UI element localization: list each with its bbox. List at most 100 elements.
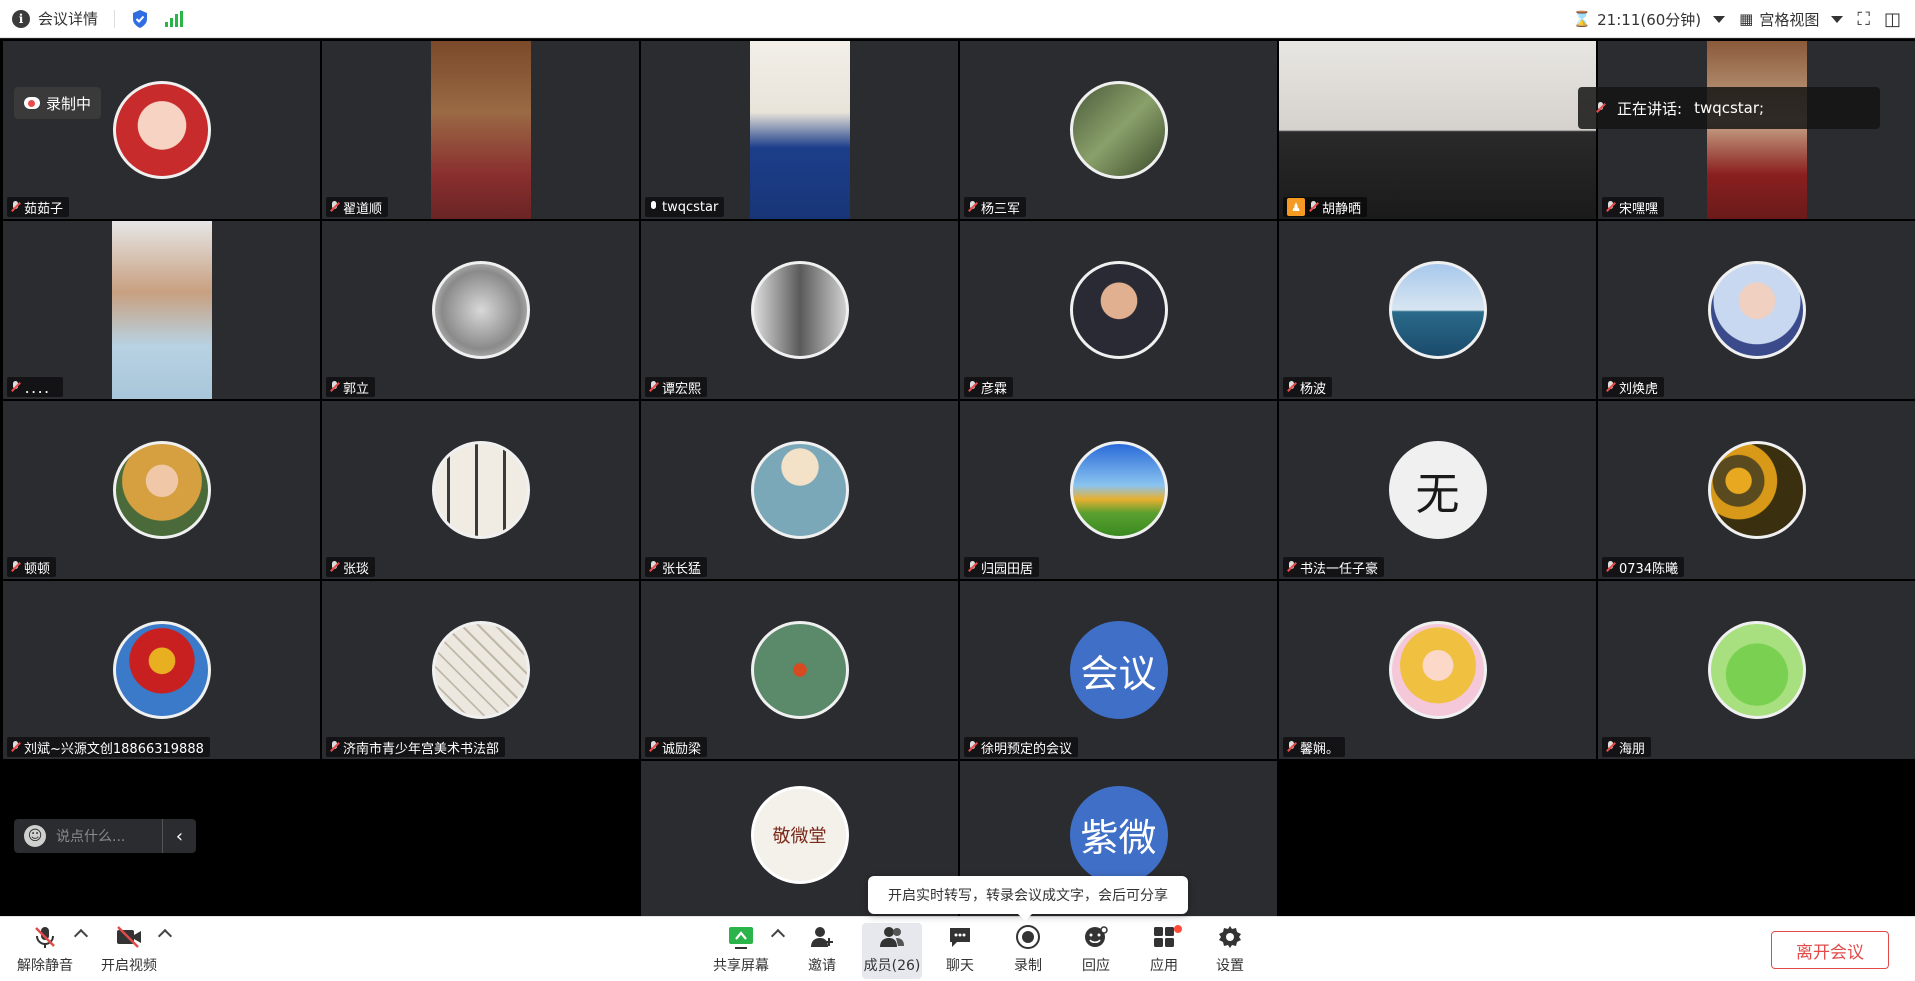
- video-options-caret[interactable]: [157, 928, 173, 944]
- participant-tile[interactable]: 会议 徐明预定的会议: [960, 581, 1277, 759]
- participant-tile[interactable]: 无 书法一任子豪: [1279, 401, 1596, 579]
- name-tag: 济南市青少年宫美术书法部: [326, 737, 506, 757]
- mic-icon: [649, 201, 658, 213]
- video-feed: [1706, 41, 1807, 219]
- participant-tile[interactable]: 杨三军: [960, 41, 1277, 219]
- participant-tile[interactable]: 彦霖: [960, 221, 1277, 399]
- avatar: [1707, 261, 1806, 359]
- mic-muted-icon: [649, 381, 658, 393]
- recording-label: 录制中: [46, 94, 92, 113]
- host-icon: ♟: [1287, 198, 1305, 216]
- audio-options-caret[interactable]: [73, 928, 89, 944]
- mic-muted-icon: [1606, 201, 1615, 213]
- members-icon: [878, 923, 906, 951]
- chat-placeholder[interactable]: 说点什么...: [56, 826, 125, 846]
- participant-tile[interactable]: 馨娴。: [1279, 581, 1596, 759]
- top-bar: i 会议详情 ⌛ 21:11(60分钟) ▦ 宫格视图 ⛶ ◫: [0, 0, 1915, 38]
- chevron-left-icon[interactable]: ‹: [162, 819, 196, 853]
- participant-tile[interactable]: 杨波: [1279, 221, 1596, 399]
- notification-dot: [1174, 925, 1182, 933]
- mic-muted-icon: [11, 561, 20, 573]
- mic-muted-icon: [968, 741, 977, 753]
- participant-tile[interactable]: 刘焕虎: [1598, 221, 1915, 399]
- bottom-toolbar: 解除静音 开启视频 共享屏幕 邀请 成员(26) 聊天 录制 回应 应用 设置 …: [0, 916, 1915, 981]
- participant-tile[interactable]: 翟道顺: [322, 41, 639, 219]
- view-mode-dropdown[interactable]: ▦ 宫格视图: [1739, 9, 1844, 30]
- participant-tile[interactable]: ♟ 胡静晒: [1279, 41, 1596, 219]
- network-signal-icon[interactable]: [165, 10, 184, 27]
- chevron-down-icon: [1831, 15, 1844, 23]
- participant-tile[interactable]: 诚励梁: [641, 581, 958, 759]
- share-screen-button[interactable]: 共享屏幕: [708, 923, 774, 979]
- participant-tile[interactable]: 张琰: [322, 401, 639, 579]
- name-tag: 书法一任子豪: [1283, 557, 1385, 577]
- info-icon[interactable]: i: [12, 9, 30, 28]
- leave-meeting-button[interactable]: 离开会议: [1771, 931, 1889, 969]
- mic-muted-icon: [968, 201, 977, 213]
- gear-icon: [1216, 923, 1244, 951]
- name-tag: 杨三军: [964, 197, 1027, 217]
- video-off-icon: [115, 923, 143, 951]
- recording-badge[interactable]: 录制中: [14, 87, 102, 119]
- name-tag: 宋嘿嘿: [1602, 197, 1665, 217]
- participant-tile[interactable]: 郭立: [322, 221, 639, 399]
- recording-cloud-icon: [24, 97, 40, 109]
- fullscreen-icon[interactable]: ⛶: [1857, 9, 1870, 30]
- avatar: 会议: [1069, 621, 1168, 719]
- divider: [114, 9, 116, 28]
- mic-muted-icon: [11, 201, 20, 213]
- name-tag: ♟ 胡静晒: [1283, 197, 1368, 217]
- sidebar-toggle-icon[interactable]: ◫: [1884, 9, 1901, 30]
- avatar: [1069, 261, 1168, 359]
- members-button[interactable]: 成员(26): [862, 923, 922, 979]
- video-feed: [430, 41, 531, 219]
- mic-muted-icon: [11, 741, 20, 753]
- grid-view-icon: ▦: [1739, 10, 1754, 28]
- participant-tile[interactable]: 归园田居: [960, 401, 1277, 579]
- emoji-icon[interactable]: ☺: [24, 825, 46, 847]
- avatar: [1069, 81, 1168, 179]
- name-tag: 归园田居: [964, 557, 1040, 577]
- mic-muted-icon: [1287, 561, 1296, 573]
- participant-tile[interactable]: 海朋: [1598, 581, 1915, 759]
- video-feed: [749, 41, 850, 219]
- mic-muted-icon: [968, 561, 977, 573]
- avatar: [112, 441, 211, 539]
- participant-tile[interactable]: 顿顿: [3, 401, 320, 579]
- participant-tile[interactable]: 茹茹子: [3, 41, 320, 219]
- meeting-details-link[interactable]: 会议详情: [38, 8, 98, 29]
- apps-button[interactable]: 应用: [1134, 923, 1194, 979]
- react-button[interactable]: 回应: [1066, 923, 1126, 979]
- chat-button[interactable]: 聊天: [930, 923, 990, 979]
- participant-tile[interactable]: 济南市青少年宫美术书法部: [322, 581, 639, 759]
- video-grid: 茹茹子 翟道顺 twqcstar 杨三军 ♟ 胡静晒 宋嘿嘿 ．．．． 郭立 谭宏…: [0, 39, 1915, 916]
- name-tag: 徐明预定的会议: [964, 737, 1079, 757]
- invite-button[interactable]: 邀请: [792, 923, 852, 979]
- avatar: 无: [1388, 441, 1487, 539]
- mic-muted-icon: [649, 561, 658, 573]
- record-button[interactable]: 录制: [998, 923, 1058, 979]
- participant-tile[interactable]: 谭宏熙: [641, 221, 958, 399]
- avatar: 敬微堂: [750, 785, 849, 884]
- shield-icon[interactable]: [131, 9, 149, 29]
- avatar: [750, 441, 849, 539]
- name-tag: 诚励梁: [645, 737, 708, 757]
- chat-quick-input[interactable]: ☺ 说点什么... ‹: [14, 819, 196, 853]
- participant-tile[interactable]: 0734陈曦: [1598, 401, 1915, 579]
- avatar: [1707, 621, 1806, 719]
- settings-button[interactable]: 设置: [1200, 923, 1260, 979]
- participant-tile[interactable]: 宋嘿嘿: [1598, 41, 1915, 219]
- participant-tile[interactable]: twqcstar: [641, 41, 958, 219]
- chat-bubble-icon: [946, 923, 974, 951]
- timer-text: 21:11(60分钟): [1597, 10, 1702, 29]
- participant-tile[interactable]: 刘斌~兴源文创18866319888: [3, 581, 320, 759]
- name-tag: 顿顿: [7, 557, 57, 577]
- mic-muted-icon: [1606, 561, 1615, 573]
- mic-muted-icon: [1309, 201, 1318, 213]
- participant-tile[interactable]: ．．．．: [3, 221, 320, 399]
- meeting-timer[interactable]: ⌛ 21:11(60分钟): [1572, 9, 1726, 30]
- share-screen-icon: [727, 923, 755, 951]
- start-video-button[interactable]: 开启视频: [98, 923, 160, 979]
- unmute-button[interactable]: 解除静音: [14, 923, 76, 979]
- participant-tile[interactable]: 张长猛: [641, 401, 958, 579]
